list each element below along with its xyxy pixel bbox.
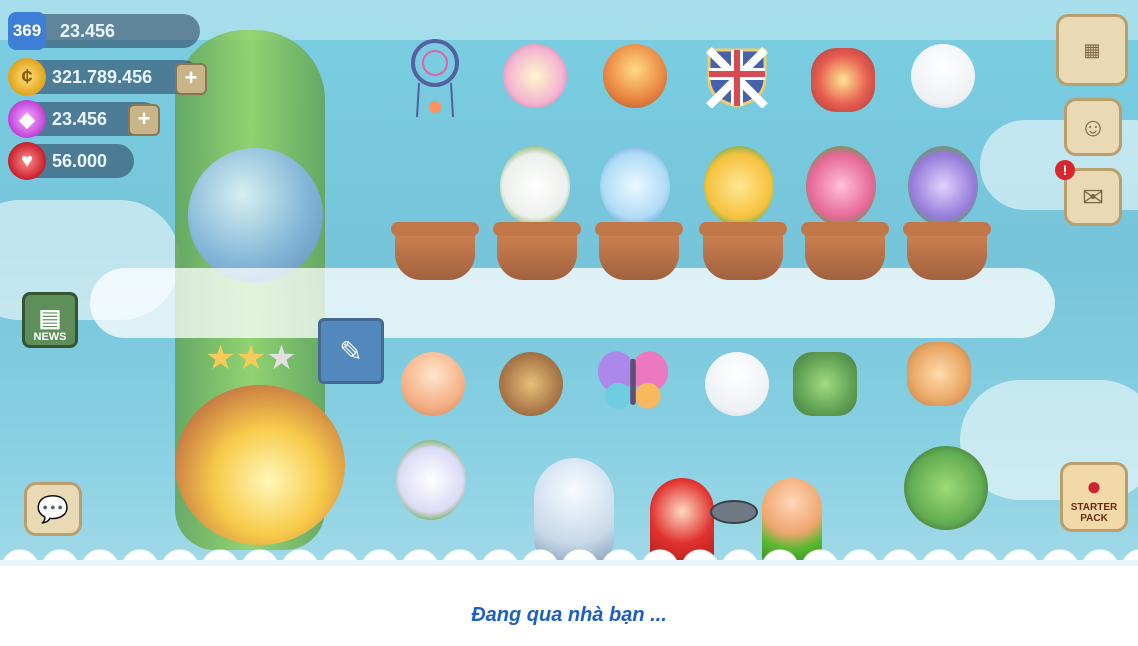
starter-pack-icon: ●: [1086, 470, 1102, 501]
news-button[interactable]: ▤ NEWS: [22, 292, 78, 348]
diamond-icon: ◆: [8, 100, 46, 138]
face-icon: ☺: [1079, 111, 1107, 142]
level-badge: 369: [8, 12, 46, 50]
mail-notification-badge: !: [1055, 160, 1075, 180]
grid-menu-icon: ▦: [1083, 39, 1101, 60]
add-gems-button[interactable]: +: [128, 104, 160, 136]
starter-pack-label: STARTER PACK: [1070, 501, 1118, 524]
friends-button[interactable]: ☺: [1064, 98, 1122, 156]
starter-pack-button[interactable]: ● STARTER PACK: [1060, 462, 1128, 532]
envelope-icon: ✉: [1082, 181, 1104, 212]
chat-bubble-icon: 💬: [36, 493, 70, 524]
coins-value: 321.789.456: [52, 66, 153, 87]
loading-panel: [0, 560, 1138, 646]
chat-button[interactable]: 💬: [24, 482, 82, 536]
coins-counter: ¢ 321.789.456: [8, 58, 200, 96]
level-xp-bar: 369 23.456: [8, 12, 200, 50]
add-coins-button[interactable]: +: [175, 63, 207, 95]
heart-icon: ♥: [8, 142, 46, 180]
grid-menu-button[interactable]: ▦: [1056, 14, 1128, 86]
hearts-value: 56.000: [52, 150, 108, 171]
news-label: NEWS: [33, 331, 67, 343]
mail-button[interactable]: ✉: [1064, 168, 1122, 226]
hearts-counter: ♥ 56.000: [8, 142, 134, 180]
frying-pan: [710, 500, 758, 524]
gems-value: 23.456: [52, 108, 108, 129]
newspaper-icon: ▤: [38, 305, 62, 332]
loading-text: Đang qua nhà bạn ...: [471, 604, 667, 626]
xp-value: 23.456: [60, 20, 116, 41]
coin-icon: ¢: [8, 58, 46, 96]
